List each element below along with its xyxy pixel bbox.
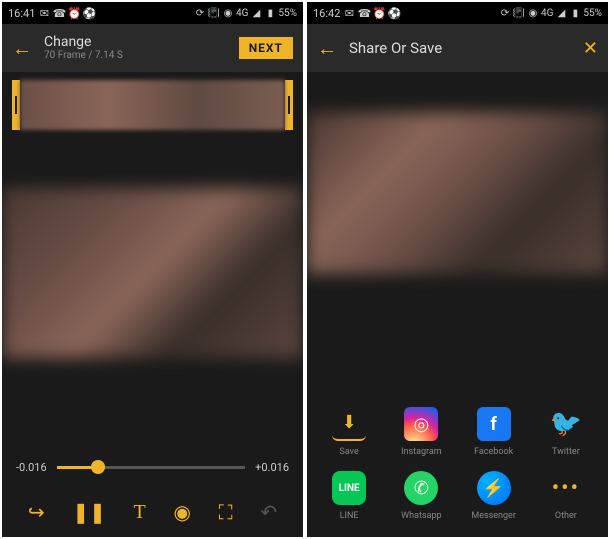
twitter-icon: 🐦 xyxy=(549,407,583,441)
alarm-icon: ⏰ xyxy=(373,7,385,19)
instagram-icon: ◎ xyxy=(404,407,438,441)
status-time: 16:42 xyxy=(313,7,340,20)
app-bar: ← Change 70 Frame / 7.14 S NEXT xyxy=(2,24,303,72)
status-time: 16:41 xyxy=(8,7,35,20)
signal-icon: ◢ xyxy=(555,7,567,19)
message-icon: ✉ xyxy=(343,7,355,19)
app-icon: ⚽ xyxy=(83,7,95,19)
crop-icon[interactable]: ⛶ xyxy=(219,500,233,524)
slider-thumb[interactable] xyxy=(91,460,105,474)
more-icon: ••• xyxy=(549,471,583,505)
battery-label: 55% xyxy=(583,8,602,19)
timeline-frames xyxy=(20,80,285,130)
battery-label: 55% xyxy=(278,8,297,19)
share-facebook[interactable]: f Facebook xyxy=(460,407,528,457)
vibrate-icon: 📳 xyxy=(513,7,525,19)
whatsapp-icon: ☎ xyxy=(53,7,65,19)
phone-right: 16:42 ✉ ☎ ⏰ ⚽ ⟳ 📳 ◉ 4G ◢ ▮ 55% ← Share O… xyxy=(307,2,608,537)
video-preview xyxy=(2,188,303,358)
data-icon: ◉ xyxy=(222,7,234,19)
slider-max: +0.016 xyxy=(255,461,289,474)
share-line[interactable]: LINE LINE xyxy=(315,471,383,521)
filter-icon[interactable]: ◉ xyxy=(173,500,190,524)
message-icon: ✉ xyxy=(38,7,50,19)
line-icon: LINE xyxy=(332,471,366,505)
share-other[interactable]: ••• Other xyxy=(532,471,600,521)
whatsapp-icon: ☎ xyxy=(358,7,370,19)
share-grid: ⬇ Save ◎ Instagram f Facebook 🐦 Twitter … xyxy=(315,407,600,521)
share-save[interactable]: ⬇ Save xyxy=(315,407,383,457)
data-icon: ◉ xyxy=(527,7,539,19)
close-icon[interactable]: ✕ xyxy=(583,38,598,59)
pause-icon[interactable]: ❚❚ xyxy=(72,500,106,524)
status-bar: 16:42 ✉ ☎ ⏰ ⚽ ⟳ 📳 ◉ 4G ◢ ▮ 55% xyxy=(307,2,608,24)
share-area: ⬇ Save ◎ Instagram f Facebook 🐦 Twitter … xyxy=(307,395,608,537)
battery-icon: ▮ xyxy=(264,7,276,19)
trim-handle-left[interactable] xyxy=(12,80,20,130)
title-main: Change xyxy=(44,34,123,51)
network-label: 4G xyxy=(541,8,553,19)
share-whatsapp[interactable]: ✆ Whatsapp xyxy=(387,471,455,521)
network-label: 4G xyxy=(236,8,248,19)
text-icon[interactable]: T xyxy=(134,501,146,524)
title-sub: 70 Frame / 7.14 S xyxy=(44,50,123,62)
undo-icon[interactable]: ↶ xyxy=(260,500,277,524)
whatsapp-icon: ✆ xyxy=(404,471,438,505)
sync-icon: ⟳ xyxy=(499,7,511,19)
sync-icon: ⟳ xyxy=(194,7,206,19)
status-bar: 16:41 ✉ ☎ ⏰ ⚽ ⟳ 📳 ◉ 4G ◢ ▮ 55% xyxy=(2,2,303,24)
video-preview xyxy=(307,112,608,274)
next-button[interactable]: NEXT xyxy=(239,37,293,59)
signal-icon: ◢ xyxy=(250,7,262,19)
speed-slider-row: -0.016 +0.016 xyxy=(2,447,303,487)
title-main: Share Or Save xyxy=(349,39,442,57)
alarm-icon: ⏰ xyxy=(68,7,80,19)
back-icon[interactable]: ← xyxy=(12,36,32,61)
timeline[interactable] xyxy=(12,80,293,130)
toolbar: ↪ ❚❚ T ◉ ⛶ ↶ xyxy=(2,487,303,537)
back-icon[interactable]: ← xyxy=(317,36,337,61)
share-messenger[interactable]: ⚡ Messenger xyxy=(460,471,528,521)
share-twitter[interactable]: 🐦 Twitter xyxy=(532,407,600,457)
battery-icon: ▮ xyxy=(569,7,581,19)
speed-slider[interactable] xyxy=(57,466,245,469)
vibrate-icon: 📳 xyxy=(208,7,220,19)
facebook-icon: f xyxy=(477,407,511,441)
share-instagram[interactable]: ◎ Instagram xyxy=(387,407,455,457)
slider-min: -0.016 xyxy=(16,461,47,474)
app-icon: ⚽ xyxy=(388,7,400,19)
direction-icon[interactable]: ↪ xyxy=(28,500,45,524)
trim-handle-right[interactable] xyxy=(285,80,293,130)
phone-left: 16:41 ✉ ☎ ⏰ ⚽ ⟳ 📳 ◉ 4G ◢ ▮ 55% ← Change … xyxy=(2,2,303,537)
app-bar: ← Share Or Save ✕ xyxy=(307,24,608,72)
app-title: Change 70 Frame / 7.14 S xyxy=(44,34,123,63)
messenger-icon: ⚡ xyxy=(477,471,511,505)
download-icon: ⬇ xyxy=(332,407,366,441)
